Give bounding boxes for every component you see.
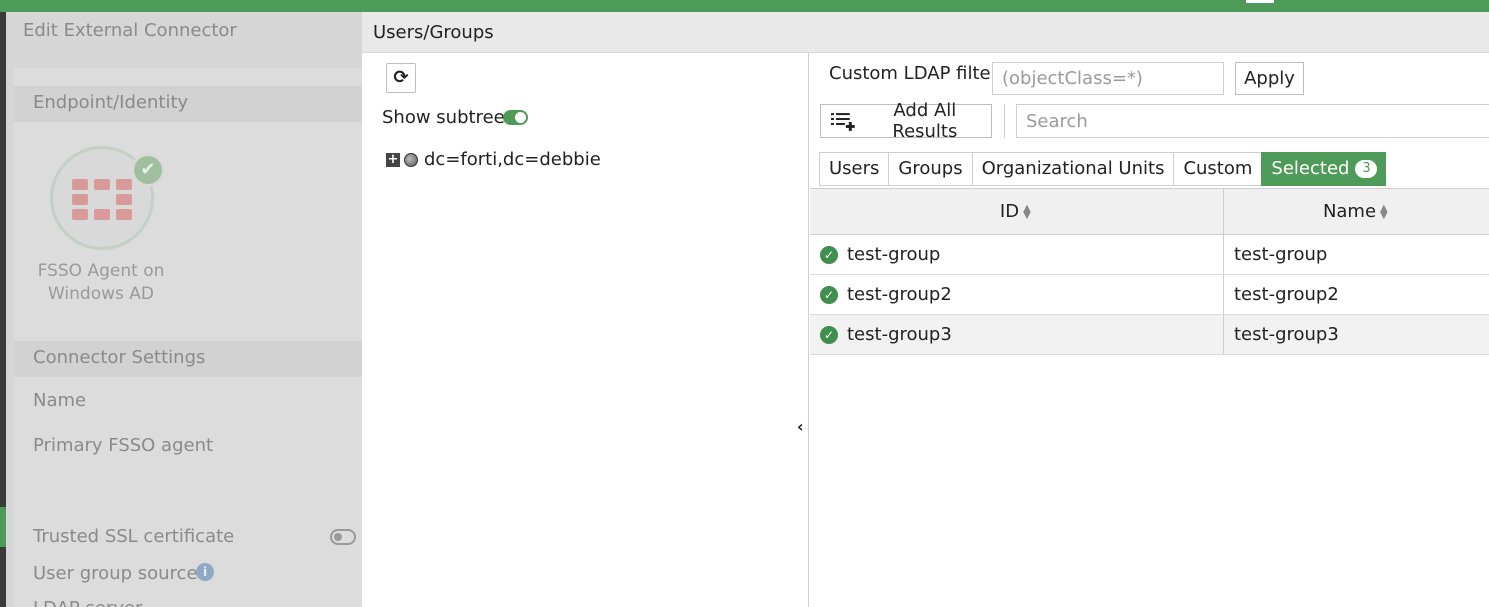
row-id-cell: ✓ test-group [810,235,1224,274]
tree-node-root[interactable]: + dc=forti,dc=debbie [386,149,601,170]
chevron-left-icon[interactable]: ‹ [797,417,804,436]
sort-icon[interactable]: ▲ ▼ [1023,203,1033,220]
tab-selected-label: Selected [1271,158,1350,179]
top-header-bar [0,0,1489,12]
table-header: ID ▲ ▼ Name ▲ ▼ [810,188,1489,235]
row-name-cell: test-group3 [1234,324,1339,345]
show-subtree-toggle[interactable] [503,110,528,125]
results-pane: Custom LDAP filter Apply Add All Results… [810,53,1489,607]
table-row[interactable]: ✓ test-group test-group [810,235,1489,275]
apply-button[interactable]: Apply [1235,62,1304,95]
dialog-header: Users/Groups [362,12,1489,53]
table-row[interactable]: ✓ test-group3 test-group3 [810,315,1489,355]
tab-selected[interactable]: Selected 3 [1261,152,1387,186]
nav-edge-active [0,507,6,547]
table-row[interactable]: ✓ test-group2 test-group2 [810,275,1489,315]
trusted-ssl-toggle[interactable] [330,529,356,545]
label-name: Name [33,390,87,411]
dialog-title: Users/Groups [373,22,494,43]
header-menu-icon[interactable] [1246,0,1274,3]
connector-card-label: FSSO Agent on Windows AD [37,261,165,304]
selected-count-badge: 3 [1355,160,1378,178]
fortinet-logo-icon [72,179,132,220]
tab-organizational-units[interactable]: Organizational Units [971,152,1174,186]
check-circle-icon: ✓ [820,325,838,344]
users-groups-dialog: Users/Groups ⟳ Show subtree + dc=forti,d… [362,12,1489,607]
selected-table: ID ▲ ▼ Name ▲ ▼ ✓ test-group test-group ✓ [810,188,1489,355]
label-trusted-ssl: Trusted SSL certificate [33,526,235,547]
globe-icon [404,152,418,167]
section-endpoint: Endpoint/Identity [14,86,362,122]
check-badge-icon: ✔ [131,153,165,187]
info-icon[interactable]: i [196,563,214,581]
connector-card: ✔ [50,146,165,250]
row-id-cell: ✓ test-group3 [810,315,1224,354]
label-primary-agent: Primary FSSO agent [33,435,214,456]
tab-custom[interactable]: Custom [1173,152,1262,186]
row-id: test-group3 [847,324,952,345]
add-all-results-button[interactable]: Add All Results [820,100,992,142]
column-header-name[interactable]: Name ▲ ▼ [1224,189,1489,234]
row-name-cell: test-group [1234,244,1328,265]
expand-plus-icon[interactable]: + [386,152,400,167]
sort-icon[interactable]: ▲ ▼ [1380,203,1390,220]
background-form: Edit External Connector Endpoint/Identit… [0,12,362,607]
row-id: test-group [847,244,941,265]
tree-node-label[interactable]: dc=forti,dc=debbie [424,149,601,170]
row-id: test-group2 [847,284,952,305]
check-circle-icon: ✓ [820,245,838,264]
label-user-group-source: User group source [33,563,198,584]
label-ldap-server: LDAP server [33,598,142,607]
row-id-cell: ✓ test-group2 [810,275,1224,314]
result-tabs: Users Groups Organizational Units Custom… [819,152,1387,186]
section-connector-settings: Connector Settings [14,341,362,377]
refresh-button[interactable]: ⟳ [386,63,416,93]
refresh-icon: ⟳ [393,67,409,88]
pane-collapse-handle[interactable]: ‹ [796,53,809,607]
check-circle-icon: ✓ [820,285,838,304]
show-subtree-label: Show subtree [382,107,505,128]
ldap-filter-input[interactable] [992,62,1224,95]
toolbar-divider [1004,104,1005,138]
tab-groups[interactable]: Groups [888,152,972,186]
add-all-label: Add All Results [892,100,958,142]
form-title: Edit External Connector [23,20,237,41]
tab-users[interactable]: Users [819,152,889,186]
search-input[interactable] [1016,104,1489,138]
add-list-icon [831,113,855,131]
column-header-id-label: ID [999,201,1020,222]
ldap-filter-label: Custom LDAP filter [829,63,999,84]
column-header-id[interactable]: ID ▲ ▼ [810,189,1224,234]
ldap-tree-pane: ⟳ Show subtree + dc=forti,dc=debbie [362,53,797,607]
row-name-cell: test-group2 [1234,284,1339,305]
column-header-name-label: Name [1322,201,1377,222]
